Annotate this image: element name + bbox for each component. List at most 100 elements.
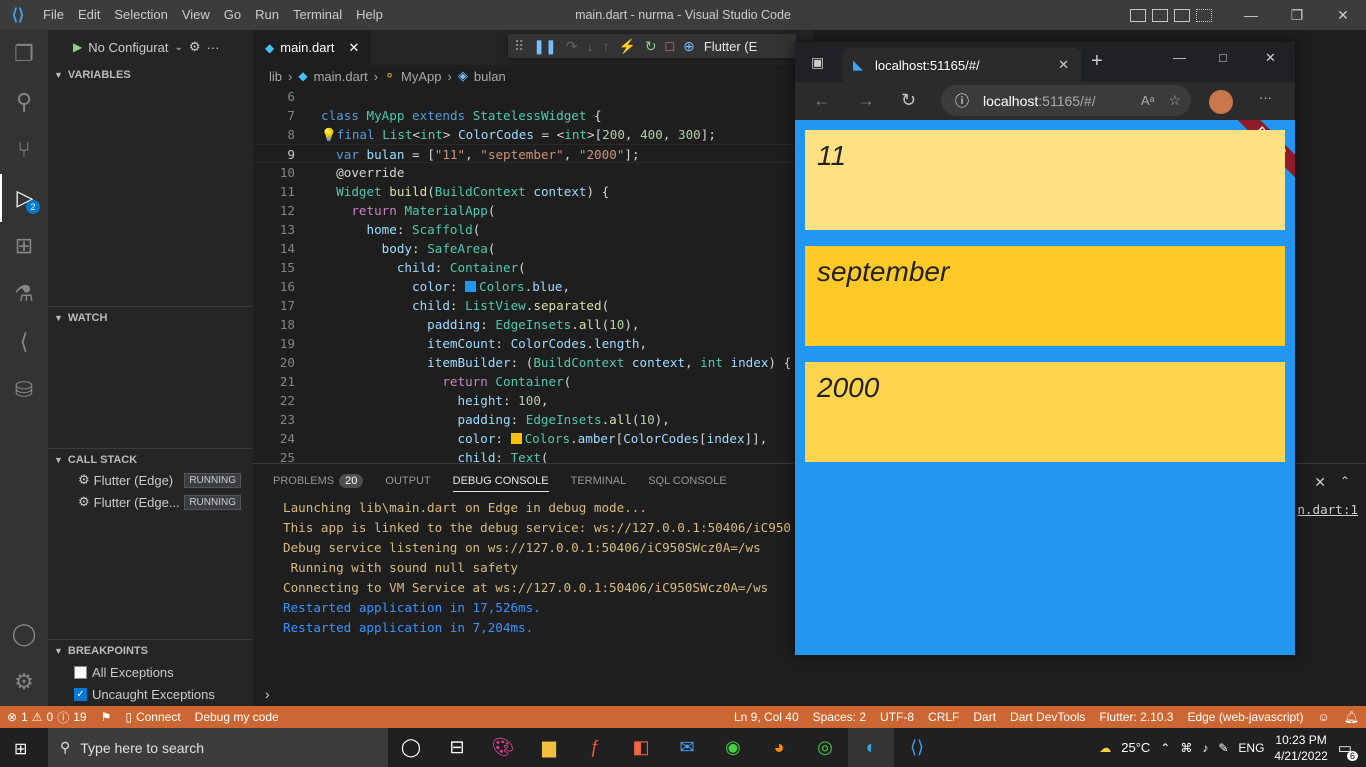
step-over-icon[interactable]: ↷ xyxy=(566,38,578,55)
breakpoint-uncaught-exceptions[interactable]: ✓ Uncaught Exceptions xyxy=(74,683,215,705)
new-tab-icon[interactable]: + xyxy=(1091,50,1103,73)
code-line[interactable]: 7 class MyApp extends StatelessWidget { xyxy=(253,106,798,125)
code-line[interactable]: 19 itemCount: ColorCodes.length, xyxy=(253,334,798,353)
drag-handle-icon[interactable]: ⠿ xyxy=(514,38,524,55)
extensions-icon[interactable]: ⊞ xyxy=(0,222,48,270)
minimize-browser-button[interactable]: — xyxy=(1173,50,1186,65)
network-icon[interactable]: ⌘ xyxy=(1180,741,1192,755)
database-icon[interactable]: ⛁ xyxy=(0,366,48,414)
debug-mode-label[interactable]: Debug my code xyxy=(188,710,286,724)
code-line[interactable]: 15 child: Container( xyxy=(253,258,798,277)
breadcrumb-lib[interactable]: lib xyxy=(269,69,282,84)
code-line[interactable]: 21 return Container( xyxy=(253,372,798,391)
menu-file[interactable]: File xyxy=(36,0,71,30)
account-icon[interactable]: ◯ xyxy=(0,610,48,658)
firefox-icon[interactable]: ◕ xyxy=(756,728,802,767)
task-view-icon[interactable]: ◯ xyxy=(388,728,434,767)
hot-reload-icon[interactable]: ⚡ xyxy=(618,38,635,55)
search-icon[interactable]: ⚲ xyxy=(0,78,48,126)
menu-help[interactable]: Help xyxy=(349,0,390,30)
feedback-icon[interactable]: ☺ xyxy=(1311,710,1337,724)
vscode-taskbar-icon[interactable]: ⟨⟩ xyxy=(894,728,940,767)
code-line[interactable]: 14 body: SafeArea( xyxy=(253,239,798,258)
menu-go[interactable]: Go xyxy=(217,0,248,30)
close-button[interactable]: ✕ xyxy=(1320,0,1366,30)
restart-icon[interactable]: ↻ xyxy=(645,38,657,55)
file-explorer-icon[interactable]: ▆ xyxy=(526,728,572,767)
code-editor[interactable]: 6 7 class MyApp extends StatelessWidget {8… xyxy=(253,87,798,463)
flutter-icon[interactable]: ⟨ xyxy=(0,318,48,366)
site-info-icon[interactable]: ⓘ xyxy=(955,91,969,111)
close-tab-icon[interactable]: ✕ xyxy=(348,40,359,56)
toggle-panel-icon[interactable] xyxy=(1152,8,1168,22)
connect-button[interactable]: ▯ Connect xyxy=(118,710,187,724)
device-selector[interactable]: Edge (web-javascript) xyxy=(1180,710,1310,724)
temperature[interactable]: 25°C xyxy=(1121,740,1150,755)
address-bar[interactable]: ⓘ localhost:51165/#/ Aᵃ ☆ xyxy=(941,85,1191,116)
call-stack-item[interactable]: ⚙ Flutter (Edge... RUNNING xyxy=(48,491,253,513)
configuration-select[interactable]: No Configurat xyxy=(88,40,168,55)
menu-terminal[interactable]: Terminal xyxy=(286,0,349,30)
code-line[interactable]: 25 child: Text( xyxy=(253,448,798,463)
step-out-icon[interactable]: ↑ xyxy=(602,38,609,54)
code-line[interactable]: 9 var bulan = ["11", "september", "2000"… xyxy=(253,144,798,163)
source-link[interactable]: n.dart:1 xyxy=(1297,502,1358,517)
pause-icon[interactable]: ❚❚ xyxy=(533,38,556,55)
minimize-button[interactable]: — xyxy=(1228,0,1274,30)
flutter-version[interactable]: Flutter: 2.10.3 xyxy=(1092,710,1180,724)
tab-debug-console[interactable]: DEBUG CONSOLE xyxy=(452,474,549,492)
code-line[interactable]: 8 💡final List<int> ColorCodes = <int>[200… xyxy=(253,125,798,144)
paint-app-icon[interactable]: 🎨︎ xyxy=(480,728,526,767)
problems-status[interactable]: ⊗ 1 ⚠ 0 ⓘ 19 xyxy=(0,709,94,726)
widgets-icon[interactable]: ⊟ xyxy=(434,728,480,767)
debug-target-select[interactable]: Flutter (E xyxy=(704,39,757,54)
checkbox-checked[interactable]: ✓ xyxy=(74,687,87,701)
volume-icon[interactable]: ♪ xyxy=(1202,741,1208,755)
weather-icon[interactable]: ☁ xyxy=(1099,741,1111,755)
console-prompt-icon[interactable]: › xyxy=(265,686,270,702)
tab-sql-console[interactable]: SQL CONSOLE xyxy=(648,474,726,492)
flash-app-icon[interactable]: ƒ xyxy=(572,728,618,767)
code-line[interactable]: 20 itemBuilder: (BuildContext context, i… xyxy=(253,353,798,372)
office-icon[interactable]: ◧ xyxy=(618,728,664,767)
mail-icon[interactable]: ✉ xyxy=(664,728,710,767)
watch-section-header[interactable]: ▼ WATCH xyxy=(48,306,253,328)
breadcrumb-field[interactable]: bulan xyxy=(474,69,506,84)
code-line[interactable]: 16 color: Colors.blue, xyxy=(253,277,798,296)
menu-selection[interactable]: Selection xyxy=(107,0,174,30)
toggle-sidebar-icon[interactable] xyxy=(1130,8,1146,22)
variables-section-header[interactable]: ▼ VARIABLES xyxy=(48,64,253,86)
edge-icon[interactable]: ◐ xyxy=(848,728,894,767)
clock[interactable]: 10:23 PM 4/21/2022 xyxy=(1274,732,1327,764)
avatar[interactable] xyxy=(1209,90,1233,114)
read-aloud-icon[interactable]: Aᵃ xyxy=(1141,93,1155,108)
input-language[interactable]: ENG xyxy=(1238,741,1264,755)
forward-icon[interactable]: → xyxy=(857,90,875,111)
chrome-icon[interactable]: ◉ xyxy=(710,728,756,767)
breadcrumb-file[interactable]: main.dart xyxy=(314,69,368,84)
customize-layout-icon[interactable] xyxy=(1196,8,1212,22)
line-ending[interactable]: CRLF xyxy=(921,710,966,724)
toggle-secondary-sidebar-icon[interactable] xyxy=(1174,8,1190,22)
cursor-position[interactable]: Ln 9, Col 40 xyxy=(727,710,806,724)
breakpoint-all-exceptions[interactable]: All Exceptions xyxy=(74,661,174,683)
menu-edit[interactable]: Edit xyxy=(71,0,107,30)
browser-tab[interactable]: ◣ localhost:51165/#/ ✕ xyxy=(843,48,1081,82)
tab-actions-icon[interactable]: ▣ xyxy=(811,54,824,71)
back-icon[interactable]: ← xyxy=(813,90,831,111)
close-browser-button[interactable]: ✕ xyxy=(1265,50,1276,66)
tray-chevron-icon[interactable]: ⌃ xyxy=(1160,741,1170,755)
restore-button[interactable]: ❐ xyxy=(1274,0,1320,30)
manage-gear-icon[interactable]: ⚙ xyxy=(0,658,48,706)
encoding[interactable]: UTF-8 xyxy=(873,710,921,724)
menu-view[interactable]: View xyxy=(175,0,217,30)
dart-devtools[interactable]: Dart DevTools xyxy=(1003,710,1092,724)
more-options-icon[interactable]: ··· xyxy=(1259,90,1272,105)
pen-icon[interactable]: ✎ xyxy=(1218,741,1228,755)
code-line[interactable]: 18 padding: EdgeInsets.all(10), xyxy=(253,315,798,334)
source-control-icon[interactable]: ⑂ xyxy=(0,126,48,174)
code-line[interactable]: 11 Widget build(BuildContext context) { xyxy=(253,182,798,201)
tab-problems[interactable]: PROBLEMS 20 xyxy=(273,474,364,492)
debug-view-icon[interactable]: ⚑ xyxy=(94,710,119,724)
start-debugging-icon[interactable]: ▶ xyxy=(73,40,82,54)
